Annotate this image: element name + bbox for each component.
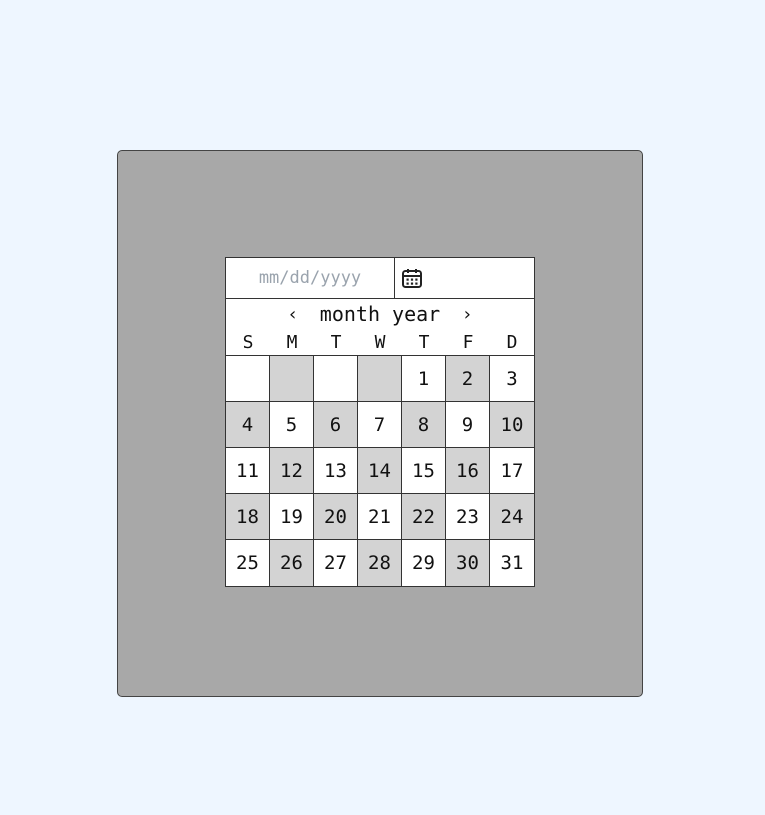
next-month-button[interactable]: › <box>448 304 486 325</box>
day-cell[interactable]: 30 <box>446 540 490 586</box>
empty-day-cell <box>270 356 314 402</box>
day-cell[interactable]: 9 <box>446 402 490 448</box>
empty-day-cell <box>226 356 270 402</box>
day-cell[interactable]: 28 <box>358 540 402 586</box>
day-cell[interactable]: 31 <box>490 540 534 586</box>
day-cell[interactable]: 18 <box>226 494 270 540</box>
day-cell[interactable]: 22 <box>402 494 446 540</box>
month-year-label: month year <box>319 302 441 326</box>
calendar-icon <box>402 269 422 288</box>
weekday-label: F <box>462 331 474 353</box>
weekday-label: M <box>286 331 298 353</box>
day-cell[interactable]: 7 <box>358 402 402 448</box>
month-navigation: ‹ month year › <box>226 299 534 329</box>
day-cell[interactable]: 6 <box>314 402 358 448</box>
day-cell[interactable]: 27 <box>314 540 358 586</box>
day-cell[interactable]: 3 <box>490 356 534 402</box>
day-grid: 1 2 3 4 5 6 7 8 9 10 11 12 13 14 15 16 17 18 19 20 21 22 23 24 2… <box>226 355 534 586</box>
day-cell[interactable]: 5 <box>270 402 314 448</box>
day-cell[interactable]: 15 <box>402 448 446 494</box>
day-cell[interactable]: 10 <box>490 402 534 448</box>
day-cell[interactable]: 20 <box>314 494 358 540</box>
day-cell[interactable]: 2 <box>446 356 490 402</box>
calendar-popup: ‹ month year › S M T W T F D 1 2 3 4 5 6 7 8 9 10… <box>225 299 535 587</box>
weekday-header: S M T W T F D <box>226 329 534 355</box>
weekday-label: D <box>506 331 518 353</box>
weekday-label: T <box>330 331 342 353</box>
date-picker: ‹ month year › S M T W T F D 12345678910… <box>225 257 535 587</box>
day-cell[interactable]: 8 <box>402 402 446 448</box>
day-cell[interactable]: 29 <box>402 540 446 586</box>
calendar-toggle-button[interactable] <box>395 258 429 298</box>
day-cell[interactable]: 14 <box>358 448 402 494</box>
day-cell[interactable]: 12 <box>270 448 314 494</box>
weekday-label: T <box>418 331 430 353</box>
empty-day-cell <box>314 356 358 402</box>
day-cell[interactable]: 4 <box>226 402 270 448</box>
day-cell[interactable]: 16 <box>446 448 490 494</box>
weekday-label: S <box>242 331 254 353</box>
day-cell[interactable]: 13 <box>314 448 358 494</box>
day-cell[interactable]: 19 <box>270 494 314 540</box>
day-cell[interactable]: 1 <box>402 356 446 402</box>
day-cell[interactable]: 17 <box>490 448 534 494</box>
date-input-row <box>225 257 535 299</box>
day-cell[interactable]: 21 <box>358 494 402 540</box>
weekday-label: W <box>374 331 386 353</box>
day-cell[interactable]: 11 <box>226 448 270 494</box>
prev-month-button[interactable]: ‹ <box>274 304 312 325</box>
day-cell[interactable]: 24 <box>490 494 534 540</box>
day-cell[interactable]: 23 <box>446 494 490 540</box>
date-input[interactable] <box>226 258 395 298</box>
day-cell[interactable]: 26 <box>270 540 314 586</box>
empty-day-cell <box>358 356 402 402</box>
day-cell[interactable]: 25 <box>226 540 270 586</box>
